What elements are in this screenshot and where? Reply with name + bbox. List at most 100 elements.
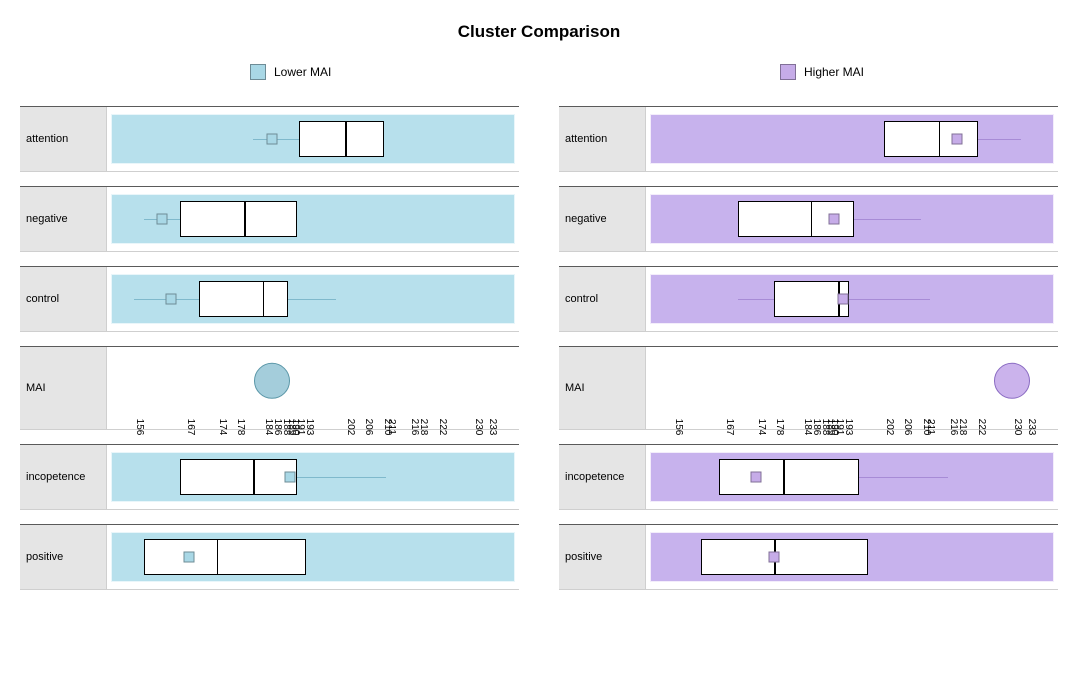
tick: 206 — [363, 419, 374, 436]
median-line — [244, 201, 246, 237]
row-plot — [107, 445, 519, 509]
tick: 211 — [386, 419, 397, 435]
row-plot: 1561671741781841861881891901911932022062… — [646, 347, 1058, 429]
mean-marker-icon — [156, 214, 167, 225]
row-plot: 1561671741781841861881891901911932022062… — [107, 347, 519, 429]
tick: 156 — [134, 419, 145, 436]
legend-swatch-lower — [250, 64, 266, 80]
x-axis: 1561671741781841861881891901911932022062… — [107, 393, 519, 427]
legend-higher-label: Higher MAI — [804, 65, 864, 79]
mean-marker-icon — [266, 134, 277, 145]
median-line — [263, 281, 265, 317]
row-plot — [107, 187, 519, 251]
row-attention: attention — [20, 106, 519, 172]
tick: 222 — [437, 419, 448, 436]
column-higher: attentionnegativecontrolMAI1561671741781… — [559, 106, 1058, 604]
median-line — [217, 539, 219, 575]
median-line — [253, 459, 255, 495]
mean-marker-icon — [166, 294, 177, 305]
tick: 211 — [925, 419, 936, 435]
tick: 233 — [1026, 419, 1037, 436]
chart-title: Cluster Comparison — [0, 22, 1078, 42]
row-plot — [646, 445, 1058, 509]
box — [299, 121, 383, 157]
row-attention: attention — [559, 106, 1058, 172]
tick: 218 — [957, 419, 968, 436]
x-axis: 1561671741781841861881891901911932022062… — [646, 393, 1058, 427]
row-label: incopetence — [20, 445, 107, 509]
tick: 178 — [235, 419, 246, 436]
median-line — [939, 121, 941, 157]
row-plot — [107, 525, 519, 589]
row-plot — [646, 107, 1058, 171]
row-plot — [646, 187, 1058, 251]
legend-lower-label: Lower MAI — [274, 65, 331, 79]
row-label: control — [20, 267, 107, 331]
grid: attentionnegativecontrolMAI1561671741781… — [0, 106, 1078, 604]
tick: 218 — [418, 419, 429, 436]
box — [144, 539, 306, 575]
row-label: positive — [20, 525, 107, 589]
row-label: MAI — [559, 347, 646, 429]
row-label: positive — [559, 525, 646, 589]
mean-marker-icon — [837, 294, 848, 305]
box — [180, 201, 296, 237]
row-positive: positive — [559, 524, 1058, 590]
tick: 167 — [185, 419, 196, 436]
tick: 233 — [487, 419, 498, 436]
mean-marker-icon — [184, 552, 195, 563]
tick: 174 — [217, 419, 228, 436]
row-label: attention — [20, 107, 107, 171]
row-plot — [107, 107, 519, 171]
tick: 202 — [345, 419, 356, 436]
box — [180, 459, 296, 495]
tick: 193 — [843, 419, 854, 436]
box — [719, 459, 858, 495]
tick: 174 — [756, 419, 767, 436]
row-incopetence: incopetence — [20, 444, 519, 510]
row-label: control — [559, 267, 646, 331]
tick: 193 — [304, 419, 315, 436]
tick: 230 — [473, 419, 484, 436]
row-negative: negative — [20, 186, 519, 252]
chart-page: Cluster Comparison Lower MAI Higher MAI … — [0, 0, 1078, 634]
mean-marker-icon — [828, 214, 839, 225]
row-negative: negative — [559, 186, 1058, 252]
median-line — [783, 459, 785, 495]
row-MAI: MAI1561671741781841861881891901911932022… — [20, 346, 519, 430]
tick: 178 — [774, 419, 785, 436]
tick: 167 — [724, 419, 735, 436]
row-incopetence: incopetence — [559, 444, 1058, 510]
tick: 222 — [976, 419, 987, 436]
row-label: negative — [559, 187, 646, 251]
mean-marker-icon — [952, 134, 963, 145]
row-positive: positive — [20, 524, 519, 590]
row-label: MAI — [20, 347, 107, 429]
tick: 230 — [1012, 419, 1023, 436]
tick: 156 — [673, 419, 684, 436]
tick: 206 — [902, 419, 913, 436]
row-label: incopetence — [559, 445, 646, 509]
legend: Lower MAI Higher MAI — [0, 64, 1078, 86]
legend-swatch-higher — [780, 64, 796, 80]
column-lower: attentionnegativecontrolMAI1561671741781… — [20, 106, 519, 604]
row-control: control — [20, 266, 519, 332]
row-label: attention — [559, 107, 646, 171]
median-line — [811, 201, 813, 237]
legend-higher: Higher MAI — [780, 64, 864, 80]
row-plot — [646, 267, 1058, 331]
box — [701, 539, 868, 575]
row-label: negative — [20, 187, 107, 251]
mean-marker-icon — [769, 552, 780, 563]
box — [884, 121, 978, 157]
mean-marker-icon — [285, 472, 296, 483]
row-MAI: MAI1561671741781841861881891901911932022… — [559, 346, 1058, 430]
tick: 202 — [884, 419, 895, 436]
median-line — [345, 121, 347, 157]
box — [199, 281, 288, 317]
row-plot — [107, 267, 519, 331]
legend-lower: Lower MAI — [250, 64, 331, 80]
row-plot — [646, 525, 1058, 589]
mean-marker-icon — [750, 472, 761, 483]
row-control: control — [559, 266, 1058, 332]
